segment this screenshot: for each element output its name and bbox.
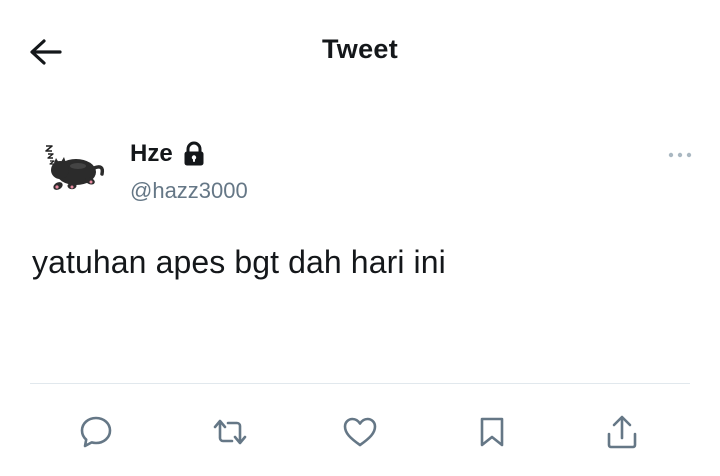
more-options-button[interactable] (664, 144, 696, 166)
lock-icon (183, 141, 205, 167)
top-bar: Tweet (0, 0, 720, 100)
reply-icon (80, 416, 112, 448)
retweet-button[interactable] (208, 410, 252, 454)
author-name-row[interactable]: Hze (130, 140, 205, 168)
heart-icon (343, 417, 377, 447)
tweet-actions-bar (0, 400, 720, 460)
bookmark-icon (480, 417, 504, 447)
page-title: Tweet (321, 34, 398, 64)
reply-button[interactable] (74, 410, 118, 454)
like-button[interactable] (338, 410, 382, 454)
sleeping-cat-avatar-icon (45, 145, 105, 190)
bookmark-button[interactable] (470, 410, 514, 454)
divider (30, 383, 690, 384)
share-button[interactable] (600, 410, 644, 454)
retweet-icon (213, 419, 247, 445)
user-handle: @hazz3000 (130, 178, 248, 203)
share-icon (607, 415, 637, 449)
tweet-text: yatuhan apes bgt dah hari ini (32, 244, 446, 280)
display-name: Hze (130, 140, 173, 167)
more-dots-icon (668, 152, 692, 158)
avatar[interactable] (32, 134, 112, 214)
